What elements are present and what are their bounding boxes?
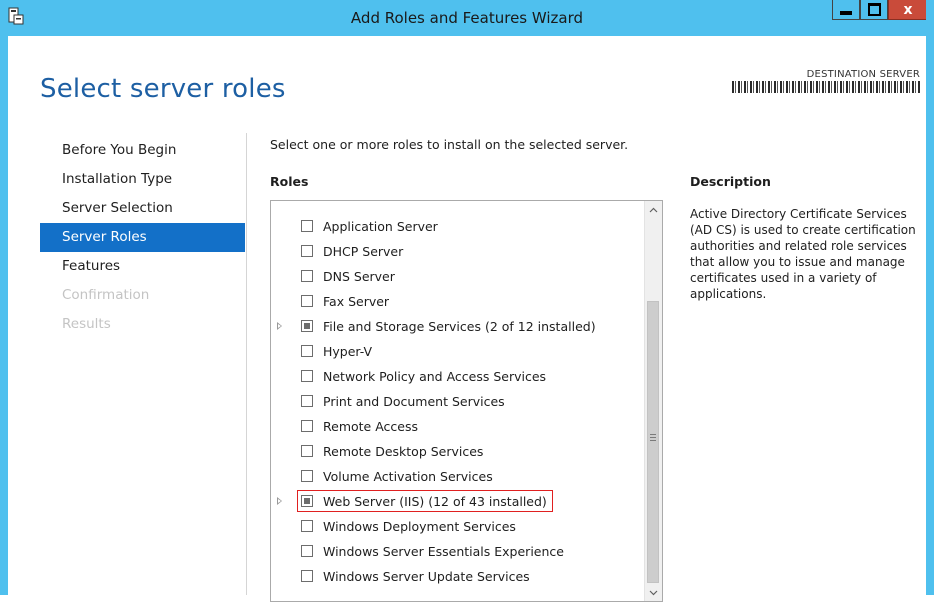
role-item[interactable]: Network Policy and Access Services [271, 365, 641, 390]
grip-icon [650, 434, 656, 435]
role-checkbox[interactable] [301, 545, 313, 557]
role-label: Windows Deployment Services [323, 519, 516, 534]
role-item[interactable]: Web Server (IIS) (12 of 43 installed) [271, 490, 641, 515]
role-checkbox[interactable] [301, 245, 313, 257]
role-item[interactable]: Volume Activation Services [271, 465, 641, 490]
role-label: Windows Server Update Services [323, 569, 530, 584]
chevron-up-icon [649, 207, 658, 212]
description-header: Description [690, 174, 771, 189]
roles-header: Roles [270, 174, 309, 189]
destination-server: DESTINATION SERVER [732, 69, 920, 93]
role-checkbox[interactable] [301, 370, 313, 382]
role-item[interactable]: Windows Server Essentials Experience [271, 540, 641, 565]
role-item[interactable]: DHCP Server [271, 240, 641, 265]
role-item[interactable]: File and Storage Services (2 of 12 insta… [271, 315, 641, 340]
window-controls: x [832, 0, 928, 20]
role-label: Print and Document Services [323, 394, 505, 409]
title-bar[interactable]: Add Roles and Features Wizard x [0, 0, 934, 36]
description-text: Active Directory Certificate Services (A… [690, 207, 916, 301]
scroll-down-button[interactable] [645, 584, 662, 601]
role-item[interactable]: Application Server [271, 215, 641, 240]
window-frame-right [926, 0, 934, 595]
destination-server-name-redacted [732, 81, 920, 93]
role-label: Web Server (IIS) (12 of 43 installed) [323, 494, 547, 509]
role-label: Remote Access [323, 419, 418, 434]
role-label: Fax Server [323, 294, 390, 309]
nav-item-server-roles[interactable]: Server Roles [40, 223, 245, 252]
nav-item-before-you-begin[interactable]: Before You Begin [40, 136, 245, 165]
roles-list-items: Application Server DHCP Server DNS Server F… [271, 215, 641, 590]
role-checkbox[interactable] [301, 395, 313, 407]
role-label: DHCP Server [323, 244, 404, 259]
nav-item-server-selection[interactable]: Server Selection [40, 194, 245, 223]
role-checkbox[interactable] [301, 520, 313, 532]
role-label: File and Storage Services (2 of 12 insta… [323, 319, 596, 334]
window-title: Add Roles and Features Wizard [350, 9, 584, 27]
role-label: Windows Server Essentials Experience [323, 544, 564, 559]
nav-item-results: Results [62, 316, 111, 332]
role-item[interactable]: Print and Document Services [271, 390, 641, 415]
role-checkbox[interactable] [301, 345, 313, 357]
role-checkbox[interactable] [301, 295, 313, 307]
role-checkbox[interactable] [301, 220, 313, 232]
role-label: Remote Desktop Services [323, 444, 484, 459]
role-item[interactable]: Windows Deployment Services [271, 515, 641, 540]
role-checkbox[interactable] [301, 495, 313, 507]
window-frame-left [0, 0, 8, 595]
destination-server-label: DESTINATION SERVER [806, 69, 920, 80]
nav-item-installation-type[interactable]: Installation Type [40, 165, 245, 194]
role-checkbox[interactable] [301, 270, 313, 282]
minimize-button[interactable] [832, 0, 860, 20]
close-icon: x [903, 1, 913, 18]
scroll-up-button[interactable] [645, 201, 662, 218]
roles-list[interactable]: Application Server DHCP Server DNS Server F… [270, 200, 663, 602]
role-checkbox[interactable] [301, 470, 313, 482]
scroll-thumb[interactable] [647, 301, 659, 583]
role-item[interactable]: Fax Server [271, 290, 641, 315]
wizard-content: Select server roles DESTINATION SERVER B… [8, 36, 926, 602]
role-label: DNS Server [323, 269, 395, 284]
role-item[interactable]: Windows Server Update Services [271, 565, 641, 590]
role-label: Volume Activation Services [323, 469, 493, 484]
nav-item-confirmation: Confirmation [62, 287, 150, 303]
expand-arrow-icon[interactable] [277, 497, 282, 505]
role-checkbox[interactable] [301, 420, 313, 432]
nav-divider [246, 133, 247, 595]
role-label: Hyper-V [323, 344, 373, 359]
page-title: Select server roles [40, 74, 286, 104]
close-button[interactable]: x [888, 0, 928, 20]
wizard-nav: Before You Begin Installation Type Server … [40, 136, 245, 339]
role-item[interactable]: DNS Server [271, 265, 641, 290]
maximize-icon [867, 3, 881, 16]
role-label: Network Policy and Access Services [323, 369, 547, 384]
role-item[interactable]: Remote Desktop Services [271, 440, 641, 465]
instruction-text: Select one or more roles to install on t… [270, 137, 629, 152]
role-item[interactable]: Hyper-V [271, 340, 641, 365]
minimize-icon [840, 10, 852, 15]
role-checkbox[interactable] [301, 320, 313, 332]
role-item[interactable]: Remote Access [271, 415, 641, 440]
role-checkbox[interactable] [301, 570, 313, 582]
role-checkbox[interactable] [301, 445, 313, 457]
role-label: Application Server [323, 219, 438, 234]
roles-scrollbar[interactable] [644, 201, 662, 601]
expand-arrow-icon[interactable] [277, 322, 282, 330]
nav-item-features[interactable]: Features [40, 252, 245, 281]
maximize-button[interactable] [860, 0, 888, 20]
